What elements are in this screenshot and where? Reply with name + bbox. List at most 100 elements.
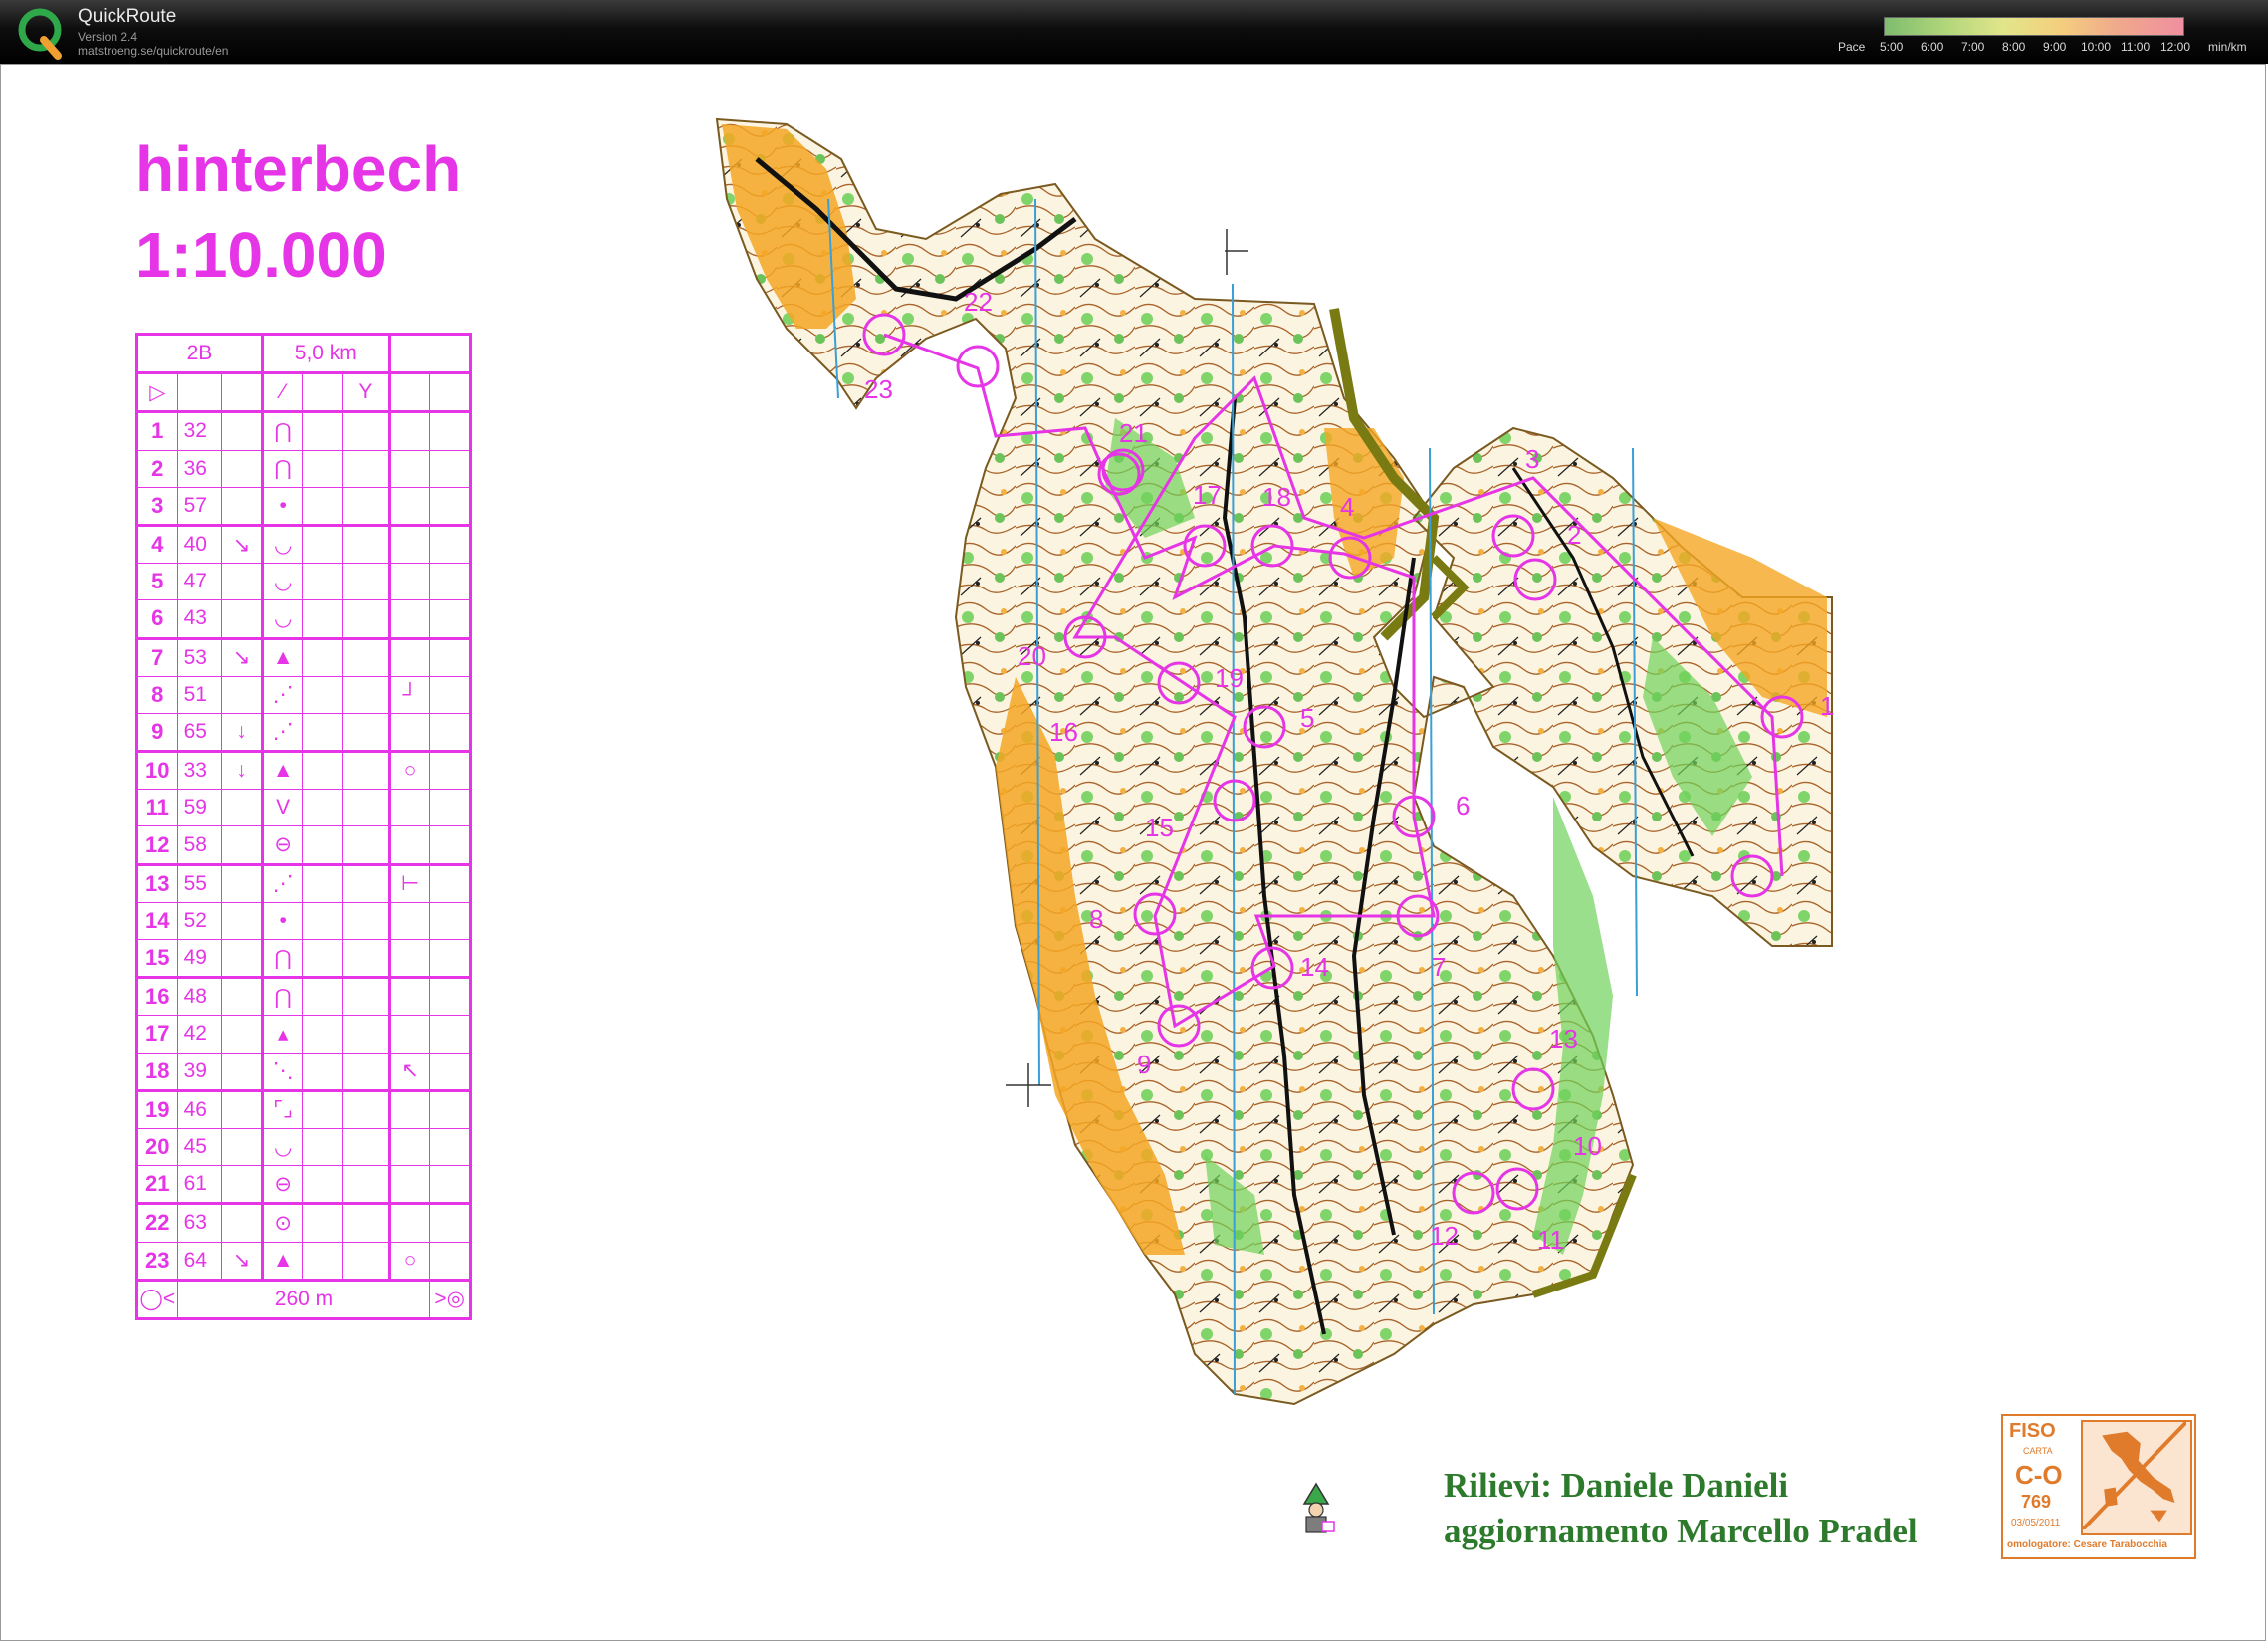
credit-update: aggiornamento Marcello Pradel	[1444, 1512, 1918, 1550]
cd-feature-symbol: ⊖	[260, 825, 304, 865]
cd-control-row: 9 65 ↓ ⋰	[136, 712, 471, 753]
finish-icon: >◎	[429, 1278, 471, 1319]
cd-control-number: 20	[136, 1127, 178, 1167]
course-number: 1	[1820, 691, 1834, 721]
fiso-omologatore: omologatore: Cesare Tarabocchia	[2007, 1539, 2167, 1550]
cd-location-detail	[387, 712, 431, 753]
cd-length: 5,0 km	[260, 333, 390, 374]
cd-location-detail: ○	[387, 750, 431, 791]
cd-control-number: 6	[136, 599, 178, 639]
map-terrain	[715, 117, 1833, 1406]
cd-control-number: 15	[136, 938, 178, 979]
cd-feature-symbol: ◡	[260, 523, 304, 565]
course-number: 8	[1089, 904, 1103, 934]
cd-control-row: 1 32 ⋂	[136, 410, 471, 451]
cd-control-code: 64	[176, 1241, 223, 1281]
cd-location-detail	[387, 449, 431, 488]
course-number: 10	[1573, 1131, 1602, 1161]
cd-feature-symbol: ⊖	[260, 1165, 304, 1205]
cd-control-row: 13 55 ⋰ ⊢	[136, 862, 471, 903]
italy-map-icon	[2081, 1420, 2192, 1535]
cd-control-row: 23 64 ↘ ▲ ○	[136, 1241, 471, 1281]
cd-control-code: 58	[176, 825, 223, 865]
cd-direction	[221, 599, 263, 639]
cd-direction	[221, 1165, 263, 1205]
cd-location-detail	[387, 938, 431, 979]
cd-control-code: 63	[176, 1202, 223, 1243]
junction-icon: Y	[342, 371, 390, 413]
cd-feature-symbol: •	[260, 901, 304, 941]
cd-location-detail: ┘	[387, 675, 431, 714]
course-number: 6	[1456, 791, 1470, 821]
cd-control-row: 18 39 ⋱ ↖	[136, 1052, 471, 1091]
course-number: 19	[1215, 663, 1244, 693]
cd-control-code: 32	[176, 410, 223, 451]
course-number: 23	[864, 374, 893, 404]
cd-control-row: 19 46 ⌜⌟	[136, 1088, 471, 1129]
cd-control-row: 6 43 ◡	[136, 599, 471, 639]
cd-control-number: 10	[136, 750, 178, 791]
cd-control-row: 10 33 ↓ ▲ ○	[136, 750, 471, 791]
cd-direction	[221, 563, 263, 601]
cd-control-number: 16	[136, 976, 178, 1017]
map-area-north	[715, 117, 1833, 1406]
cd-direction: ↓	[221, 712, 263, 753]
cd-feature-symbol: ⋰	[260, 675, 304, 714]
control-circle	[956, 345, 1000, 388]
course-number: 9	[1137, 1050, 1151, 1079]
cd-control-number: 9	[136, 712, 178, 753]
cd-control-number: 14	[136, 901, 178, 941]
cd-location-detail	[387, 825, 431, 865]
cd-control-row: 8 51 ⋰ ┘	[136, 675, 471, 714]
map-title: hinterbech	[135, 133, 462, 205]
fiso-number: 769	[2021, 1492, 2052, 1512]
cd-direction	[221, 789, 263, 827]
cd-control-code: 47	[176, 563, 223, 601]
cd-control-row: 5 47 ◡	[136, 563, 471, 601]
cd-direction: ↘	[221, 636, 263, 677]
cd-location-detail: ↖	[387, 1052, 431, 1091]
fiso-title: FISO	[2009, 1420, 2056, 1442]
course-number: 21	[1119, 418, 1148, 448]
cd-direction	[221, 410, 263, 451]
cd-control-row: 20 45 ◡	[136, 1127, 471, 1167]
cd-location-detail	[387, 1165, 431, 1205]
cd-control-number: 11	[136, 789, 178, 827]
cd-control-row: 16 48 ⋂	[136, 976, 471, 1017]
cd-control-number: 3	[136, 486, 178, 526]
cd-location-detail	[387, 1015, 431, 1054]
cd-control-code: 55	[176, 862, 223, 903]
cd-course: 2B	[136, 333, 263, 374]
course-number: 20	[1018, 641, 1046, 671]
cd-feature-symbol: ▲	[260, 636, 304, 677]
cd-location-detail	[387, 599, 431, 639]
cd-control-row: 3 57 •	[136, 486, 471, 526]
cd-direction	[221, 938, 263, 979]
cd-feature-symbol: ⋰	[260, 862, 304, 903]
gnome-mascot-icon	[1302, 1482, 1335, 1533]
cd-control-code: 51	[176, 675, 223, 714]
cd-control-number: 4	[136, 523, 178, 565]
cd-control-code: 39	[176, 1052, 223, 1091]
course-number: 4	[1340, 492, 1354, 522]
fiso-approval-stamp: FISO CARTA C-O 769 03/05/2011 omologator…	[2001, 1414, 2196, 1559]
cd-control-number: 18	[136, 1052, 178, 1091]
cd-control-code: 57	[176, 486, 223, 526]
cd-direction: ↘	[221, 523, 263, 565]
cd-feature-symbol: ◡	[260, 599, 304, 639]
cd-feature-symbol: ◡	[260, 563, 304, 601]
cd-control-row: 14 52 •	[136, 901, 471, 941]
cd-location-detail	[387, 976, 431, 1017]
cd-direction	[221, 1202, 263, 1243]
course-number: 16	[1049, 717, 1078, 747]
course-number: 18	[1262, 482, 1291, 512]
cd-control-row: 2 36 ⋂	[136, 449, 471, 488]
course-number: 5	[1300, 703, 1314, 733]
cd-feature-symbol: ⊙	[260, 1202, 304, 1243]
cd-location-detail	[387, 789, 431, 827]
cd-location-detail: ⊢	[387, 862, 431, 903]
cd-control-number: 7	[136, 636, 178, 677]
cd-control-number: 21	[136, 1165, 178, 1205]
course-number: 3	[1525, 444, 1539, 474]
cd-control-code: 61	[176, 1165, 223, 1205]
